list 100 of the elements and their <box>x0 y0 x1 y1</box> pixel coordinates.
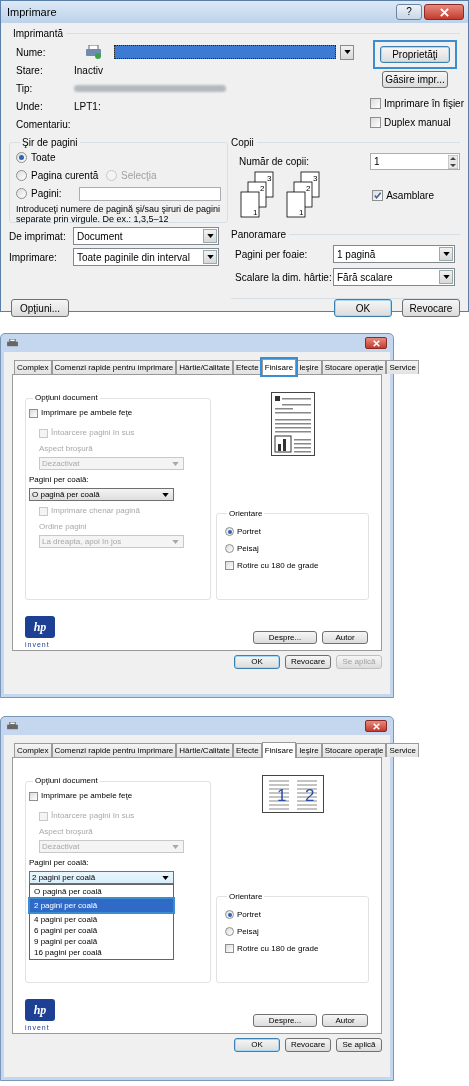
checkbox[interactable] <box>225 561 234 570</box>
copies-spinner[interactable]: 1 <box>370 153 460 170</box>
field-value: Inactiv <box>74 64 104 78</box>
group-label: Imprimantă <box>13 27 63 41</box>
caret-icon <box>343 50 351 54</box>
checkbox-label: Imprimare pe ambele feţe <box>41 790 133 802</box>
cancel-button[interactable]: Revocare <box>402 299 460 317</box>
field-label: Aspect broşură <box>39 443 94 455</box>
checkbox[interactable] <box>225 944 234 953</box>
list-option[interactable]: O pagină per coală <box>30 886 173 897</box>
pages-per-sheet-dropdown[interactable]: 1 pagină <box>333 245 455 263</box>
pages-per-sheet-dropdown[interactable]: O pagină per coală <box>29 488 174 501</box>
checkbox[interactable] <box>29 791 38 801</box>
cancel-button[interactable]: Revocare <box>285 1038 331 1052</box>
list-option[interactable]: 9 pagini per coală <box>30 936 173 947</box>
group-label: Şir de pagini <box>22 137 78 148</box>
radio-button[interactable] <box>225 527 234 536</box>
checkbox[interactable] <box>370 117 381 128</box>
group-label: Orientare <box>229 508 263 518</box>
tab[interactable]: Service <box>386 743 420 757</box>
radio-button[interactable] <box>225 910 234 919</box>
radio-label: Pagina curentă <box>31 169 99 183</box>
scale-dropdown[interactable]: Fără scalare <box>333 268 455 286</box>
collate-drawing: 3 2 1 3 2 1 <box>239 171 329 219</box>
radio-label: Toate <box>31 151 56 165</box>
group-label: Opţiuni document <box>35 776 98 785</box>
tab[interactable]: Finisare <box>261 742 297 758</box>
radio-button[interactable] <box>16 152 27 163</box>
page-preview-drawing <box>270 392 315 456</box>
author-button[interactable]: Autor <box>322 631 368 644</box>
tab[interactable]: Service <box>386 360 420 374</box>
tab[interactable]: Ieşire <box>296 743 322 757</box>
list-option[interactable]: 4 pagini per coală <box>30 914 173 925</box>
checkbox-label: Întoarcere pagini în sus <box>51 810 135 822</box>
hp-logo: hp <box>25 615 55 638</box>
radio-button[interactable] <box>225 544 234 553</box>
pages-input[interactable] <box>79 186 221 201</box>
caret-icon <box>206 234 214 238</box>
tab[interactable]: Comenzi rapide pentru imprimare <box>51 743 177 757</box>
checkbox-label: Imprimare chenar pagină <box>51 505 140 517</box>
radio-button[interactable] <box>16 170 27 181</box>
ok-button[interactable]: OK <box>334 299 392 317</box>
radio-label: Peisaj <box>237 925 259 938</box>
about-button[interactable]: Despre... <box>253 1014 317 1027</box>
ok-button[interactable]: OK <box>234 1038 280 1052</box>
author-button[interactable]: Autor <box>322 1014 368 1027</box>
close-button[interactable] <box>365 720 387 732</box>
properties-button[interactable]: Proprietăţi <box>380 46 450 63</box>
field-label: Nume: <box>16 45 47 60</box>
radio-button[interactable] <box>16 188 27 199</box>
about-button[interactable]: Despre... <box>253 631 317 644</box>
tab[interactable]: Ieşire <box>296 360 322 374</box>
pages-per-sheet-dropdown[interactable]: 2 pagini per coală <box>29 871 174 884</box>
ok-button[interactable]: OK <box>234 655 280 669</box>
print-scope-dropdown[interactable]: Toate paginile din interval <box>73 248 219 266</box>
hp-logo: hp <box>25 998 55 1021</box>
checkbox[interactable] <box>29 408 38 418</box>
cancel-button[interactable]: Revocare <box>285 655 331 669</box>
field-label: Aspect broşură <box>39 826 94 838</box>
checkbox[interactable] <box>372 189 384 201</box>
group-label: Panoramare <box>231 228 287 242</box>
field-label: Unde: <box>16 100 44 114</box>
field-label: Tip: <box>16 82 34 96</box>
caret-icon <box>442 275 450 279</box>
radio-button[interactable] <box>225 927 234 936</box>
group-label: Orientare <box>229 891 263 901</box>
options-button[interactable]: Opţiuni... <box>11 299 69 317</box>
tab[interactable]: Hârtie/Calitate <box>176 743 233 757</box>
dropdown-button[interactable] <box>340 44 354 60</box>
find-printer-button[interactable]: Găsire impr... <box>382 71 448 88</box>
field-label: Număr de copii: <box>239 155 310 169</box>
caret-icon <box>172 539 179 544</box>
caret-icon <box>162 492 169 497</box>
close-button[interactable] <box>365 337 387 349</box>
checkbox-label: Rotire cu 180 de grade <box>237 942 319 955</box>
tab[interactable]: Stocare operaţie <box>321 743 387 757</box>
tab[interactable]: Efecte <box>233 743 262 757</box>
tab[interactable]: Hârtie/Calitate <box>176 360 233 374</box>
tab[interactable]: Comenzi rapide pentru imprimare <box>51 360 177 374</box>
printer-icon <box>7 338 18 348</box>
close-button[interactable] <box>424 4 464 20</box>
printer-name-field[interactable] <box>114 45 336 59</box>
radio-label: Portret <box>237 908 261 921</box>
tab[interactable]: Finisare <box>261 359 297 375</box>
field-label: Imprimare: <box>9 250 58 265</box>
close-icon <box>372 722 380 730</box>
tab[interactable]: Stocare operaţie <box>321 360 387 374</box>
help-button[interactable]: ? <box>396 4 422 20</box>
tab[interactable]: Complex <box>14 360 52 374</box>
checkbox[interactable] <box>370 98 381 109</box>
field-label: Comentariu: <box>16 118 72 132</box>
list-option[interactable]: 6 pagini per coală <box>30 925 173 936</box>
tab[interactable]: Complex <box>14 743 52 757</box>
checkbox-label: Duplex manual <box>384 116 451 130</box>
print-what-dropdown[interactable]: Document <box>73 227 219 245</box>
caret-icon <box>442 252 450 256</box>
apply-button[interactable]: Se aplică <box>336 1038 382 1052</box>
radio-label: Portret <box>237 525 261 538</box>
close-icon <box>439 7 449 17</box>
list-option[interactable]: 16 pagini per coală <box>30 947 173 958</box>
